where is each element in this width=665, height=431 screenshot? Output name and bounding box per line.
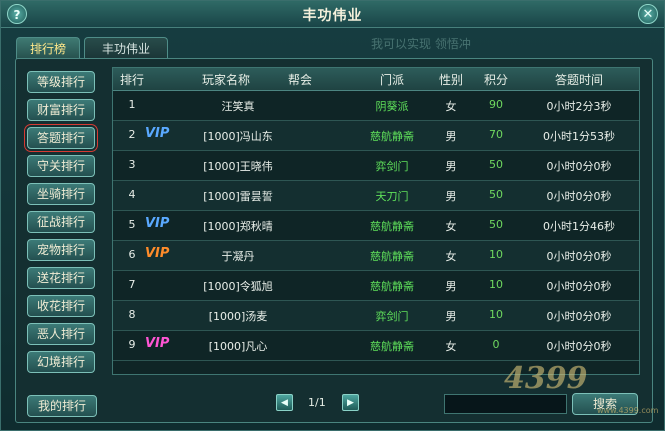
cell-sect: 天刀门 [375, 190, 409, 203]
cell-score: 50 [489, 158, 503, 171]
cell-player-name: [1000]汤麦 [208, 310, 268, 323]
vip-badge: VIP [145, 336, 170, 351]
header-score: 积分 [483, 73, 508, 87]
cell-quiz-time: 0小时0分0秒 [546, 160, 612, 173]
table-row[interactable]: 3 [1000]王晓伟 弈剑门 男 50 0小时0分0秒 [113, 151, 639, 181]
table-row[interactable]: 6 于凝丹 慈航静斋女 10 0小时0分0秒 VIP [113, 241, 639, 271]
cell-gender: 男 [445, 160, 457, 173]
title-bar: ? 丰功伟业 ✕ [1, 1, 664, 28]
cell-quiz-time: 0小时0分0秒 [546, 280, 612, 293]
cell-rank: 3 [128, 158, 136, 171]
cell-sect: 阴葵派 [375, 100, 409, 113]
table-row[interactable]: 5 [1000]郑秋晴 慈航静斋女 50 0小时1分46秒 VIP [113, 211, 639, 241]
cell-gender: 男 [445, 280, 457, 293]
cell-quiz-time: 0小时0分0秒 [546, 340, 612, 353]
table-row[interactable]: 4 [1000]雷昙誓 天刀门 男 50 0小时0分0秒 [113, 181, 639, 211]
cell-score: 10 [489, 248, 503, 261]
cell-player-name: [1000]王晓伟 [203, 160, 273, 173]
cell-gender: 男 [445, 310, 457, 323]
cell-gender: 男 [445, 190, 457, 203]
table-row[interactable]: 1 汪笑真 阴葵派 女 90 0小时2分3秒 [113, 91, 639, 121]
cell-gender: 男 [445, 130, 457, 143]
cell-quiz-time: 0小时0分0秒 [546, 190, 612, 203]
cell-score: 70 [489, 128, 503, 141]
cell-sect: 慈航静斋 [370, 340, 414, 353]
cell-quiz-time: 0小时0分0秒 [546, 250, 612, 263]
cell-score: 10 [489, 308, 503, 321]
pagination: ◀ 1/1 ▶ [276, 394, 366, 414]
cell-quiz-time: 0小时2分3秒 [546, 100, 612, 113]
close-button[interactable]: ✕ [638, 4, 658, 24]
cell-sect: 慈航静斋 [370, 220, 414, 233]
cell-player-name: [1000]郑秋晴 [203, 220, 273, 233]
table-row[interactable]: 7 [1000]令狐旭 慈航静斋 男 10 0小时0分0秒 [113, 271, 639, 301]
table-row[interactable]: 8 [1000]汤麦 弈剑门 男 10 0小时0分0秒 [113, 301, 639, 331]
sidebar-item-receive-flower[interactable]: 收花排行 [27, 295, 95, 317]
cell-quiz-time: 0小时1分53秒 [543, 130, 615, 143]
cell-quiz-time: 0小时0分0秒 [546, 310, 612, 323]
cell-player-name: [1000]令狐旭 [203, 280, 273, 293]
sidebar-item-illusion[interactable]: 幻境排行 [27, 351, 95, 373]
cell-score: 90 [489, 98, 503, 111]
cell-gender: 女 [445, 220, 457, 233]
tab-ranking[interactable]: 排行榜 [16, 37, 80, 59]
cell-score: 50 [489, 218, 503, 231]
table-row[interactable]: 2 [1000]冯山东 慈航静斋男 70 0小时1分53秒 VIP [113, 121, 639, 151]
cell-rank: 7 [128, 278, 136, 291]
vip-badge: VIP [145, 216, 170, 231]
header-gender: 性别 [438, 73, 463, 87]
table-header: 排行 玩家名称 帮会 门派 性别 积分 答题时间 [113, 68, 639, 91]
vip-badge: VIP [145, 246, 170, 261]
site-logo-url: www.4399.com [597, 406, 659, 415]
cell-rank: 4 [128, 188, 136, 201]
header-rank: 排行 [119, 73, 144, 87]
sidebar-item-quiz[interactable]: 答题排行 [24, 124, 98, 152]
search-input[interactable] [444, 394, 567, 414]
vip-badge: VIP [145, 126, 170, 141]
cell-rank: 1 [128, 98, 136, 111]
cell-quiz-time: 0小时1分46秒 [543, 220, 615, 233]
header-sect: 门派 [379, 73, 404, 87]
cell-score: 0 [492, 338, 500, 351]
page-indicator: 1/1 [308, 396, 326, 409]
my-rank-button[interactable]: 我的排行 [27, 395, 97, 417]
ranking-window: ? 丰功伟业 ✕ 排行榜 丰功伟业 我可以实现 领悟冲 等级排行 财富排行 答题… [0, 0, 665, 431]
sidebar-item-send-flower[interactable]: 送花排行 [27, 267, 95, 289]
sidebar-item-battle[interactable]: 征战排行 [27, 211, 95, 233]
cell-player-name: [1000]冯山东 [203, 130, 273, 143]
cell-rank: 8 [128, 308, 136, 321]
sidebar-item-mount[interactable]: 坐骑排行 [27, 183, 95, 205]
ranking-table: 排行 玩家名称 帮会 门派 性别 积分 答题时间 1 汪笑真 阴葵派女 90 0小时2分… [112, 67, 640, 375]
sidebar-item-wealth[interactable]: 财富排行 [27, 99, 95, 121]
cell-gender: 女 [445, 100, 457, 113]
table-row[interactable]: 9 [1000]凡心 慈航静斋女 0 0小时0分0秒 VIP [113, 331, 639, 361]
prev-page-button[interactable]: ◀ [276, 394, 293, 411]
next-page-button[interactable]: ▶ [342, 394, 359, 411]
sidebar-item-guard[interactable]: 守关排行 [27, 155, 95, 177]
cell-sect: 弈剑门 [375, 310, 409, 323]
cell-score: 10 [489, 278, 503, 291]
sidebar-item-villain[interactable]: 恶人排行 [27, 323, 95, 345]
header-quiz-time: 答题时间 [554, 73, 603, 87]
cell-player-name: 汪笑真 [221, 100, 255, 113]
cell-player-name: [1000]凡心 [208, 340, 268, 353]
watermark-text: 我可以实现 领悟冲 [371, 37, 471, 51]
header-guild: 帮会 [287, 73, 312, 87]
cell-sect: 慈航静斋 [370, 130, 414, 143]
sidebar-item-pet[interactable]: 宠物排行 [27, 239, 95, 261]
cell-gender: 女 [445, 340, 457, 353]
cell-sect: 慈航静斋 [370, 280, 414, 293]
window-title: 丰功伟业 [302, 8, 363, 24]
tab-achievements[interactable]: 丰功伟业 [84, 37, 168, 59]
sidebar-item-level[interactable]: 等级排行 [27, 71, 95, 93]
cell-sect: 慈航静斋 [370, 250, 414, 263]
cell-player-name: 于凝丹 [221, 250, 255, 263]
site-logo: 4399 [504, 361, 588, 396]
cell-player-name: [1000]雷昙誓 [203, 190, 273, 203]
cell-gender: 女 [445, 250, 457, 263]
cell-sect: 弈剑门 [375, 160, 409, 173]
cell-score: 50 [489, 188, 503, 201]
